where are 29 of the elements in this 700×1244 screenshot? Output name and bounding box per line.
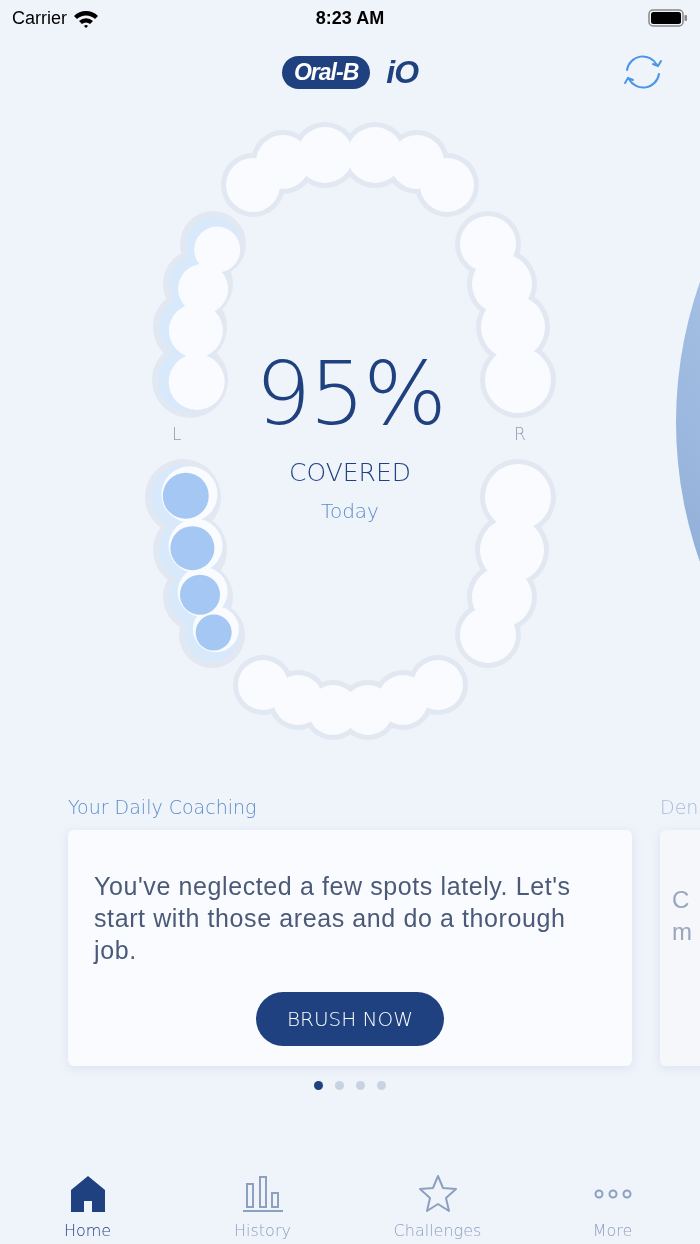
battery-icon xyxy=(648,9,688,27)
coaching-message: You've neglected a few spots lately. Let's start with those areas and do a thorough job. xyxy=(94,871,572,966)
home-icon xyxy=(69,1175,106,1213)
tab-item[interactable]: History xyxy=(175,1156,350,1244)
side-label: R xyxy=(514,424,526,444)
period-label: Today xyxy=(321,499,379,523)
section-title: Den xyxy=(660,796,700,820)
carrier-name: Carrier xyxy=(12,7,67,29)
coverage-percent: 95% xyxy=(255,350,445,438)
tab-item[interactable]: Challenges xyxy=(350,1156,525,1244)
bar-chart-icon xyxy=(242,1175,283,1213)
brand-logo: Oral-B xyxy=(281,55,371,89)
brush-now-button[interactable]: BRUSH NOW xyxy=(256,992,444,1046)
more-icon xyxy=(592,1188,633,1200)
page-dot[interactable] xyxy=(335,1081,344,1090)
side-label: L xyxy=(172,424,182,444)
tab-item[interactable]: Home xyxy=(0,1156,175,1244)
tab-item[interactable]: More xyxy=(525,1156,700,1244)
page-dot[interactable] xyxy=(356,1081,365,1090)
coverage-label: COVERED xyxy=(289,458,411,487)
card-text: m xyxy=(672,917,693,947)
section-title: Your Daily Coaching xyxy=(68,796,258,820)
page-dot[interactable] xyxy=(314,1081,323,1090)
card-text: C xyxy=(672,885,691,915)
wifi-icon xyxy=(73,8,99,28)
product-logo: iO xyxy=(386,53,419,91)
page-dot[interactable] xyxy=(377,1081,386,1090)
clock-time: 8:23 AM xyxy=(315,7,385,29)
star-icon xyxy=(416,1174,459,1214)
